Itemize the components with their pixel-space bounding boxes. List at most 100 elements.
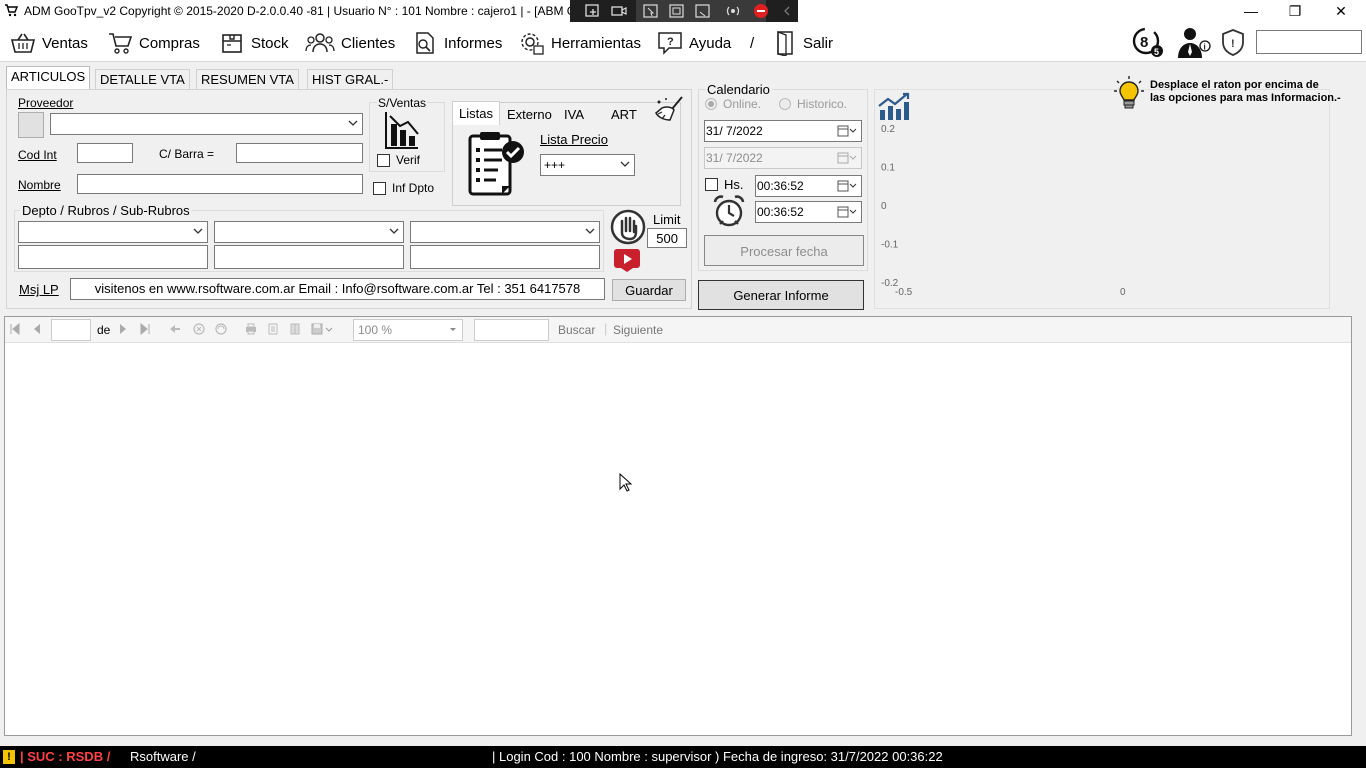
- menu-salir[interactable]: Salir: [775, 30, 833, 56]
- clean-broom-icon[interactable]: [654, 94, 688, 124]
- verif-checkbox[interactable]: [377, 154, 390, 167]
- first-page-icon[interactable]: [9, 323, 21, 335]
- time-from-value: 00:36:52: [757, 179, 804, 193]
- cbarra-input[interactable]: [236, 143, 363, 163]
- menu-informes[interactable]: Informes: [412, 30, 502, 56]
- sync-counter-icon[interactable]: 85: [1130, 26, 1166, 58]
- menu-ventas[interactable]: Ventas: [10, 30, 88, 56]
- proveedor-label[interactable]: Proveedor: [18, 96, 73, 110]
- lista-precio-combo[interactable]: +++: [540, 154, 635, 176]
- video-icon[interactable]: [610, 3, 628, 19]
- limit-input[interactable]: 500: [647, 228, 687, 248]
- status-company: Rsoftware /: [130, 749, 196, 764]
- users-icon: [305, 33, 335, 53]
- menu-compras[interactable]: Compras: [107, 30, 200, 56]
- listas-tab-listas[interactable]: Listas: [452, 101, 500, 125]
- lista-precio-label[interactable]: Lista Precio: [540, 132, 608, 147]
- report-viewer[interactable]: de 100 % Buscar | Siguiente: [4, 316, 1352, 736]
- page-number-input[interactable]: [51, 319, 91, 341]
- depto-combo[interactable]: [18, 221, 208, 243]
- security-shield-icon[interactable]: !: [1220, 28, 1246, 56]
- select-region-icon[interactable]: [584, 3, 602, 19]
- svg-text:8: 8: [1140, 34, 1148, 51]
- calendar-dropdown-icon: [837, 152, 857, 164]
- rubro-text[interactable]: [214, 245, 404, 269]
- buscar-link[interactable]: Buscar: [558, 323, 595, 337]
- menu-clientes[interactable]: Clientes: [305, 30, 395, 56]
- screen-cursor-icon[interactable]: [694, 3, 712, 19]
- close-button[interactable]: ✕: [1318, 0, 1364, 22]
- last-page-icon[interactable]: [139, 323, 151, 335]
- export-icon[interactable]: [311, 323, 333, 335]
- page-setup-icon[interactable]: [289, 323, 301, 335]
- msj-lp-input[interactable]: visitenos en www.rsoftware.com.ar Email …: [70, 278, 605, 300]
- cod-int-label[interactable]: Cod Int: [18, 148, 57, 162]
- procesar-fecha-button[interactable]: Procesar fecha: [704, 235, 864, 266]
- tab-detalle-vta[interactable]: DETALLE VTA: [95, 69, 190, 89]
- menu-herramientas[interactable]: Herramientas: [519, 30, 641, 56]
- nombre-input[interactable]: [77, 174, 363, 194]
- sales-chart-icon[interactable]: [384, 110, 420, 150]
- stop-render-icon[interactable]: [193, 323, 205, 335]
- y-tick-label: 0.1: [881, 163, 895, 174]
- warning-icon: !: [3, 750, 15, 764]
- stop-icon[interactable]: [752, 3, 770, 19]
- next-page-icon[interactable]: [117, 323, 129, 335]
- clipboard-checklist-icon: [468, 132, 524, 196]
- x-tick-label: 0: [1120, 287, 1126, 298]
- siguiente-link[interactable]: Siguiente: [613, 323, 663, 337]
- hs-checkbox[interactable]: [705, 178, 718, 191]
- rubro-combo[interactable]: [214, 221, 404, 243]
- msj-lp-label[interactable]: Msj LP: [19, 282, 59, 297]
- inf-dpto-checkbox[interactable]: [373, 182, 386, 195]
- zoom-combo[interactable]: 100 %: [353, 319, 463, 341]
- lista-precio-value: +++: [544, 158, 566, 172]
- guardar-button[interactable]: Guardar: [612, 279, 686, 301]
- chart-trend-icon[interactable]: [877, 92, 911, 122]
- print-layout-icon[interactable]: [267, 323, 279, 335]
- tab-hist-gral[interactable]: HIST GRAL.-: [307, 69, 394, 89]
- nombre-label[interactable]: Nombre: [18, 178, 61, 192]
- menu-ayuda[interactable]: ? Ayuda: [657, 30, 731, 56]
- cursor-window-icon[interactable]: [642, 3, 660, 19]
- proveedor-search-button[interactable]: [18, 112, 44, 138]
- time-to-picker[interactable]: 00:36:52: [755, 201, 862, 223]
- date-from-picker[interactable]: 31/ 7/2022: [704, 120, 862, 142]
- listas-tab-art[interactable]: ART: [606, 104, 642, 125]
- report-search-input[interactable]: [474, 319, 549, 341]
- tab-resumen-vta[interactable]: RESUMEN VTA: [196, 69, 299, 89]
- generar-informe-button[interactable]: Generar Informe: [698, 280, 864, 310]
- calendario-label: Calendario: [705, 82, 772, 97]
- print-icon[interactable]: [245, 323, 257, 335]
- play-video-icon[interactable]: [613, 246, 641, 274]
- listas-tab-iva[interactable]: IVA: [559, 104, 589, 125]
- status-bar: ! | SUC : RSDB / Rsoftware / | Login Cod…: [0, 746, 1366, 768]
- user-info-icon[interactable]: i: [1172, 24, 1212, 60]
- cart-icon: [109, 33, 133, 54]
- stop-hand-icon[interactable]: [610, 209, 646, 245]
- proveedor-combo[interactable]: [50, 113, 363, 135]
- back-arrow-icon[interactable]: [169, 323, 181, 335]
- subrubro-combo[interactable]: [410, 221, 600, 243]
- menu-stock[interactable]: Stock: [219, 30, 289, 56]
- basket-icon: [10, 33, 36, 53]
- subrubro-text[interactable]: [410, 245, 600, 269]
- listas-tab-externo[interactable]: Externo: [502, 104, 557, 125]
- prev-page-icon[interactable]: [31, 323, 43, 335]
- minimize-button[interactable]: —: [1228, 0, 1274, 22]
- refresh-icon[interactable]: [215, 323, 227, 335]
- fullscreen-icon[interactable]: [668, 3, 686, 19]
- time-from-picker[interactable]: 00:36:52: [755, 175, 862, 197]
- restore-button[interactable]: ❐: [1272, 0, 1318, 22]
- menu-search-input[interactable]: [1256, 30, 1362, 54]
- help-icon: ?: [658, 32, 682, 55]
- svg-text:!: !: [1231, 38, 1235, 50]
- online-radio[interactable]: [705, 98, 717, 110]
- cod-int-input[interactable]: [77, 143, 133, 163]
- date-to-picker[interactable]: 31/ 7/2022: [704, 147, 862, 169]
- collapse-chevron-icon[interactable]: [778, 3, 796, 19]
- historico-radio[interactable]: [779, 98, 791, 110]
- broadcast-icon[interactable]: [724, 3, 742, 19]
- tab-articulos[interactable]: ARTICULOS: [6, 66, 91, 90]
- depto-text[interactable]: [18, 245, 208, 269]
